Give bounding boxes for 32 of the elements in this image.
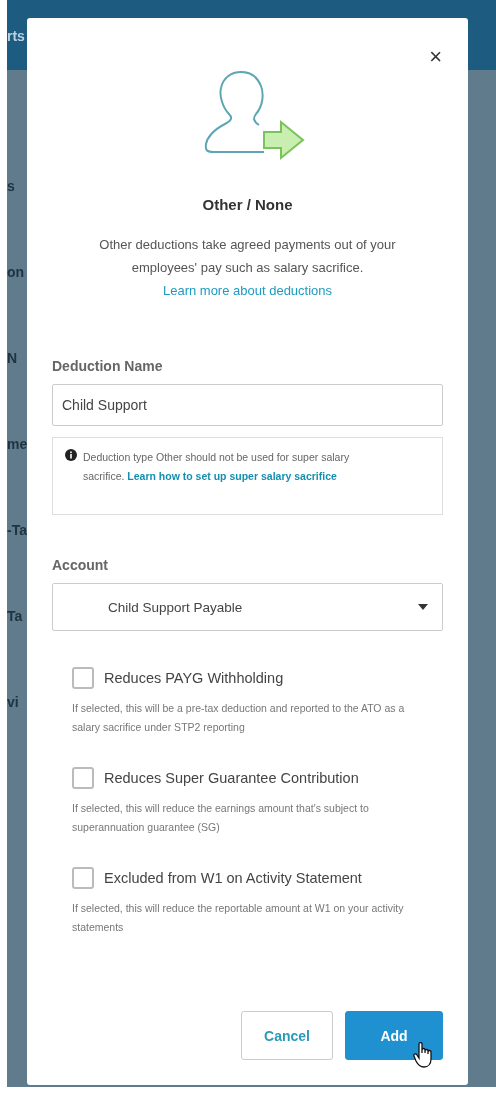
field-label: Account [52, 557, 109, 573]
learn-more-link[interactable]: Learn more about deductions [162, 283, 333, 298]
cancel-button[interactable]: Cancel [241, 1011, 333, 1060]
checkbox-label: Reduces PAYG Withholding [104, 670, 284, 686]
checkbox[interactable] [72, 867, 94, 889]
field-label: Deduction Name [52, 358, 164, 374]
dialog-title: Other / None [201, 196, 294, 213]
checkbox[interactable] [72, 667, 94, 689]
help-text: If selected, this will reduce the reportable amount at W1 on your activity statements [72, 901, 405, 935]
background-text: vi [7, 694, 19, 712]
background-text: s [7, 178, 15, 196]
background-text: -Ta [7, 522, 27, 540]
background-text: Ta [7, 608, 23, 626]
account-dropdown[interactable]: Child Support Payable [52, 583, 443, 631]
checkbox-label: Excluded from W1 on Activity Statement [104, 870, 362, 886]
add-button[interactable]: Add [345, 1011, 443, 1060]
checkbox[interactable] [72, 767, 94, 789]
help-text: If selected, this will reduce the earnings amount that's subject to superannuation guarantee (SG) [72, 801, 370, 835]
background-text: me [7, 436, 28, 454]
deduction-name-field[interactable]: Child Support [52, 384, 443, 426]
close-button[interactable]: × [425, 44, 446, 70]
caret-icon [418, 604, 428, 610]
setup-link[interactable]: Learn how to set up super salary sacrifice [127, 470, 337, 482]
background-text: on [7, 264, 25, 282]
hand-cursor-icon [413, 1042, 435, 1068]
background-text: N [7, 350, 18, 368]
background-text: rts [7, 28, 25, 46]
info-icon [65, 449, 77, 461]
help-text: If selected, this will be a pre-tax deduction and reported to the ATO as a salary sacrifice under STP2 reporting [72, 701, 406, 735]
checkbox-label: Reduces Super Guarantee Contribution [104, 770, 359, 786]
description: Other deductions take agreed payments out of your employees' pay such as salary sacrifice. Learn more about deductions [98, 236, 397, 300]
notice-text: Deduction type Other should not be used for super salary sacrifice. Learn how to set up super salary sacrifice [83, 450, 351, 484]
